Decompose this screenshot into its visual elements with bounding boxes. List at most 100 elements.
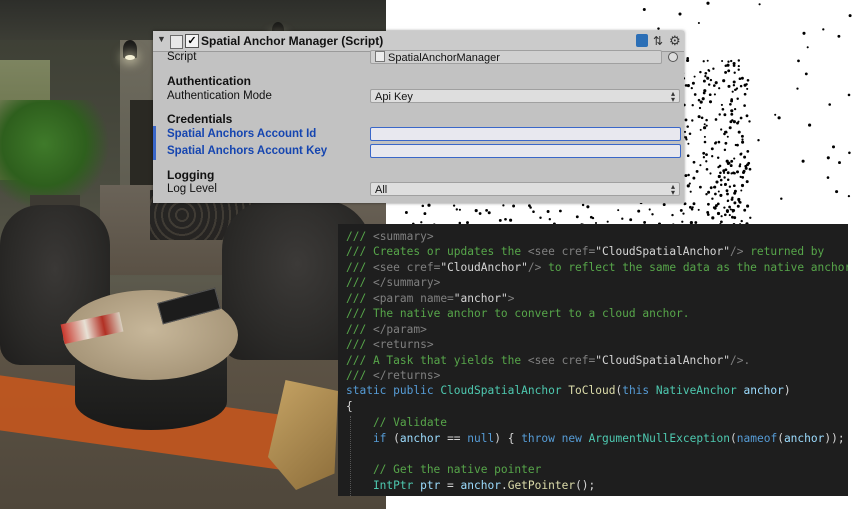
point-cloud-point	[724, 70, 728, 74]
point-cloud-point	[740, 76, 744, 80]
code-token: ) {	[494, 432, 522, 445]
point-cloud-point	[848, 14, 852, 18]
point-cloud-point	[548, 218, 551, 221]
code-token: // Validate	[346, 416, 448, 429]
log-level-value: All	[375, 184, 388, 196]
point-cloud-point	[512, 204, 516, 208]
enable-checkbox[interactable]: ✓	[185, 34, 199, 48]
point-cloud-point	[802, 31, 806, 35]
point-cloud-point	[452, 204, 456, 207]
point-cloud-point	[733, 107, 737, 111]
point-cloud-point	[687, 142, 690, 145]
script-row: Script SpatialAnchorManager	[153, 49, 684, 66]
point-cloud-point	[835, 190, 839, 194]
point-cloud-point	[724, 64, 728, 68]
point-cloud-point	[746, 78, 750, 82]
point-cloud-point	[712, 186, 716, 189]
point-cloud-point	[728, 214, 731, 217]
point-cloud-point	[427, 203, 431, 207]
point-cloud-point	[697, 98, 701, 102]
code-line: {	[346, 399, 353, 414]
account-key-field[interactable]	[370, 144, 681, 158]
point-cloud-point	[726, 192, 729, 196]
point-cloud-point	[719, 178, 723, 182]
point-cloud-point	[689, 190, 692, 193]
point-cloud-point	[687, 173, 690, 177]
code-line: /// </summary>	[346, 275, 440, 290]
code-token: anchor	[399, 432, 441, 445]
point-cloud-point	[720, 128, 723, 131]
point-cloud-point	[741, 140, 745, 144]
point-cloud-point	[404, 211, 408, 214]
point-cloud-point	[730, 109, 733, 112]
code-line: /// <returns>	[346, 337, 434, 352]
point-cloud-point	[621, 217, 624, 220]
point-cloud-point	[488, 211, 491, 214]
point-cloud-point	[727, 69, 731, 73]
point-cloud-point	[797, 59, 800, 63]
point-cloud-point	[692, 202, 696, 206]
code-token: The native anchor to convert to a cloud …	[372, 307, 690, 320]
point-cloud-point	[589, 215, 593, 219]
point-cloud-point	[720, 215, 723, 218]
code-token: )	[783, 384, 791, 397]
point-cloud-point	[691, 119, 694, 122]
point-cloud-point	[749, 216, 752, 219]
account-id-field[interactable]	[370, 127, 681, 141]
point-cloud-point	[729, 103, 732, 106]
help-book-icon[interactable]	[636, 34, 648, 47]
point-cloud-point	[737, 130, 741, 134]
point-cloud-point	[702, 156, 706, 159]
point-cloud-point	[710, 147, 714, 151]
code-token: nameof	[736, 432, 778, 445]
code-line: // Validate	[346, 415, 447, 430]
code-token: }	[845, 432, 848, 445]
point-cloud-point	[713, 93, 716, 96]
point-cloud-point	[738, 200, 741, 203]
code-token: A Task that yields the	[372, 354, 528, 367]
code-line: if (anchor == null) { throw new Argument…	[346, 431, 848, 446]
script-field[interactable]: SpatialAnchorManager	[370, 50, 662, 64]
log-level-label: Log Level	[167, 183, 217, 195]
code-token: <returns>	[372, 338, 434, 351]
point-cloud-point	[728, 205, 731, 209]
code-line: /// A Task that yields the <see cref="Cl…	[346, 353, 750, 368]
plant	[0, 100, 110, 210]
account-id-label: Spatial Anchors Account Id	[167, 128, 317, 140]
code-token: "anchor"	[453, 292, 508, 305]
point-cloud-point	[743, 155, 747, 159]
point-cloud-point	[733, 157, 736, 160]
point-cloud-point	[730, 159, 734, 163]
code-token: ArgumentNullException	[588, 432, 731, 445]
point-cloud-point	[774, 113, 777, 116]
authentication-mode-dropdown[interactable]: Api Key ▴ ▾	[370, 89, 680, 104]
point-cloud-point	[657, 27, 660, 30]
code-token: ==	[440, 432, 468, 445]
code-token: cref=	[406, 261, 441, 274]
account-id-row: Spatial Anchors Account Id	[153, 126, 684, 143]
code-editor[interactable]: /// <summary>/// Creates or updates the …	[338, 224, 848, 496]
preset-sliders-icon[interactable]: ⇅	[653, 34, 663, 48]
code-token: />	[527, 261, 542, 274]
code-token: IntPtr	[346, 479, 421, 492]
code-token: ///	[346, 369, 373, 382]
code-token: </summary>	[372, 276, 441, 289]
code-line: /// <see cref="CloudAnchor"/> to reflect…	[346, 260, 848, 275]
point-cloud-point	[723, 176, 726, 179]
code-token: ();	[575, 479, 596, 492]
point-cloud-point	[723, 206, 726, 209]
point-cloud-point	[703, 140, 707, 144]
object-picker-icon[interactable]	[668, 52, 678, 62]
point-cloud-point	[642, 8, 646, 11]
point-cloud-point	[743, 104, 746, 107]
log-level-row: Log Level All ▴ ▾	[153, 181, 684, 198]
point-cloud-point	[711, 155, 714, 158]
gear-icon[interactable]: ⚙	[669, 33, 681, 49]
script-icon	[375, 51, 385, 62]
log-level-dropdown[interactable]: All ▴ ▾	[370, 182, 680, 197]
point-cloud-point	[718, 113, 721, 116]
point-cloud-point	[741, 176, 745, 179]
foldout-arrow-icon[interactable]: ▼	[157, 34, 166, 44]
code-token: new	[561, 432, 589, 445]
point-cloud-point	[715, 180, 719, 184]
